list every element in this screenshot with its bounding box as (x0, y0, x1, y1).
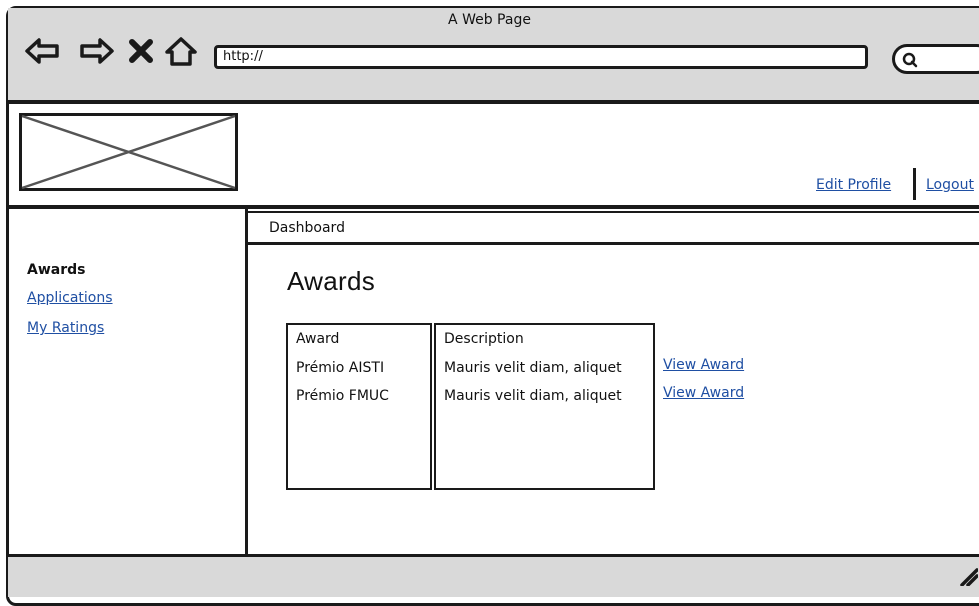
column-header-award: Award (296, 331, 340, 347)
forward-arrow-icon[interactable] (79, 36, 115, 66)
image-placeholder-icon (19, 113, 238, 191)
award-name: Prémio AISTI (296, 360, 385, 376)
search-field[interactable] (892, 44, 979, 74)
award-description: Mauris velit diam, aliquet (444, 388, 622, 404)
award-name: Prémio FMUC (296, 388, 389, 404)
header-divider (8, 205, 979, 209)
stop-icon[interactable] (126, 36, 156, 66)
breadcrumb: Dashboard (248, 211, 979, 245)
description-column (434, 323, 655, 490)
address-bar[interactable]: http:// (214, 45, 868, 69)
view-award-link[interactable]: View Award (663, 385, 744, 401)
sidebar-item-my-ratings[interactable]: My Ratings (27, 320, 104, 336)
sidebar-item-applications[interactable]: Applications (27, 290, 113, 306)
logout-link[interactable]: Logout (926, 177, 974, 193)
sidebar-divider (245, 209, 248, 557)
search-icon (902, 52, 918, 68)
page-title: Awards (287, 266, 376, 296)
back-arrow-icon[interactable] (24, 36, 60, 66)
home-icon[interactable] (163, 36, 199, 66)
sidebar-item-awards: Awards (27, 262, 86, 278)
edit-profile-link[interactable]: Edit Profile (816, 177, 891, 193)
resize-grip-icon[interactable] (958, 566, 978, 586)
status-bar (8, 557, 979, 597)
window-title: A Web Page (448, 12, 531, 28)
header-link-divider (913, 168, 916, 200)
toolbar-divider (8, 100, 979, 104)
view-award-link[interactable]: View Award (663, 357, 744, 373)
column-header-description: Description (444, 331, 524, 347)
award-column (286, 323, 432, 490)
award-description: Mauris velit diam, aliquet (444, 360, 622, 376)
